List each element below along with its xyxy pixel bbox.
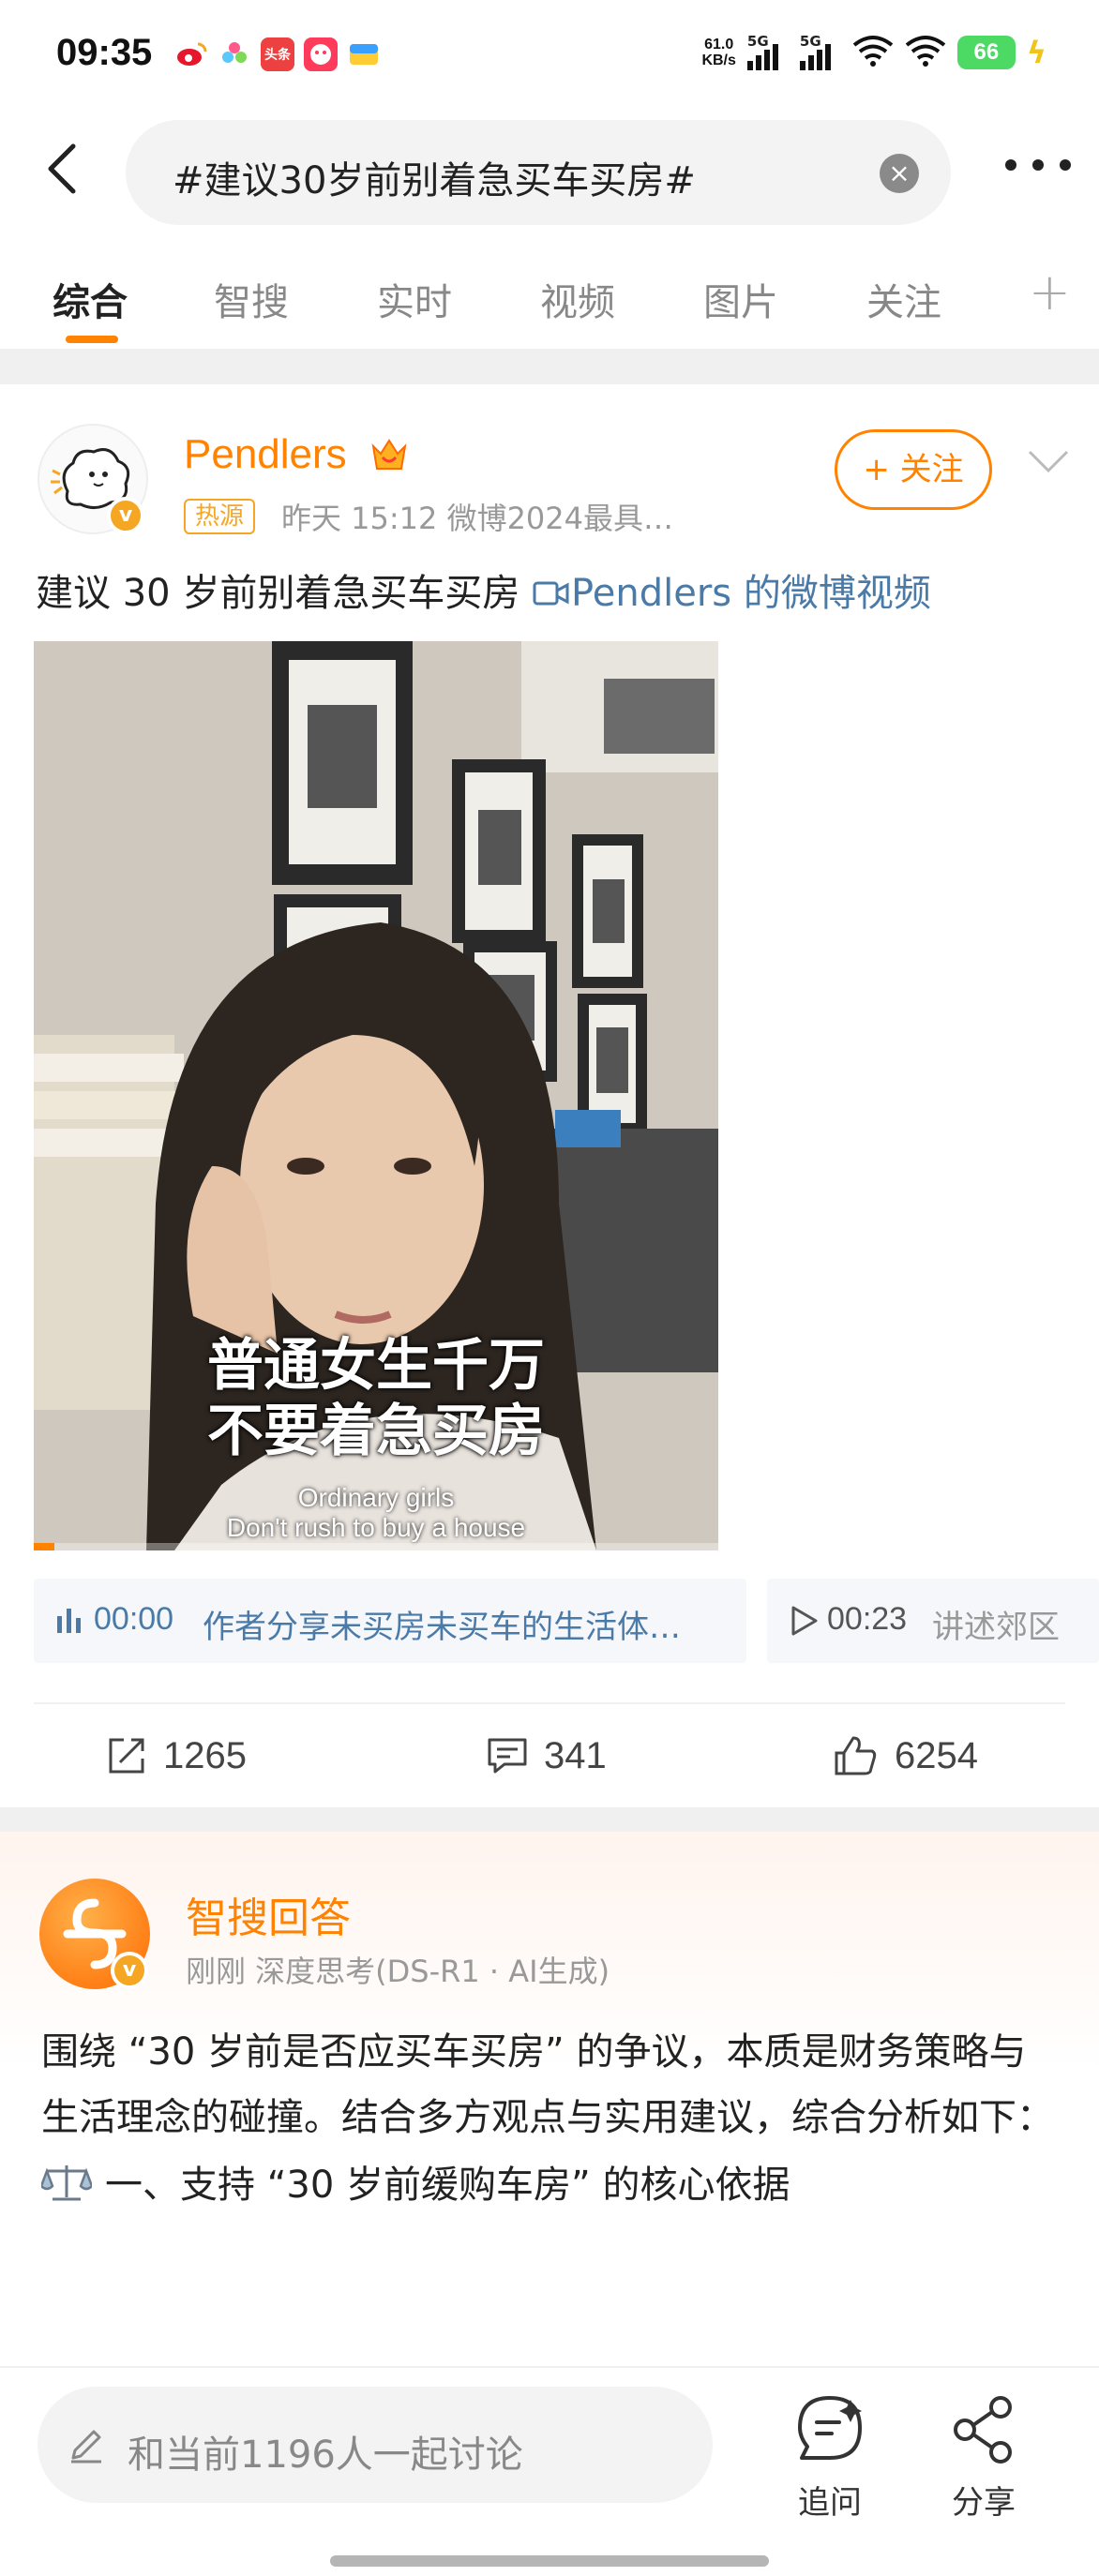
- add-tab-button[interactable]: +: [1029, 262, 1071, 322]
- smart-answer-heading-text: 一、支持 “30 岁前缓购车房” 的核心依据: [105, 2164, 790, 2207]
- toutiao-icon: 头条: [261, 37, 294, 71]
- tab-comprehensive[interactable]: 综合: [53, 272, 128, 326]
- smart-answer-meta: 刚刚 深度思考(DS-R1 · AI生成): [186, 1954, 610, 1989]
- more-options-button[interactable]: [1005, 159, 1071, 178]
- pencil-icon: [71, 2430, 101, 2464]
- smart-answer-card[interactable]: v 智搜回答 刚刚 深度思考(DS-R1 · AI生成) 围绕 “30 岁前是否…: [0, 1832, 1099, 2366]
- signal-label: 5G: [799, 33, 821, 50]
- signal-icon: 5G: [746, 33, 789, 70]
- balance-scale-icon: [39, 2165, 94, 2201]
- ask-follow-up-button[interactable]: 追问: [778, 2385, 881, 2522]
- signal-icon: 5G: [799, 33, 841, 70]
- like-count: 6254: [895, 1734, 978, 1776]
- author-name[interactable]: Pendlers: [184, 431, 347, 478]
- status-time: 09:35: [56, 32, 153, 73]
- video-progress-bar[interactable]: [34, 1543, 718, 1550]
- back-arrow-icon: [48, 143, 76, 194]
- chapter-description: 讲述郊区: [932, 1609, 1060, 1646]
- video-progress-fill: [34, 1543, 54, 1550]
- fan-badge-icon: [368, 433, 411, 476]
- battery-icon: 66: [956, 36, 1016, 69]
- charging-icon: ϟ: [1026, 35, 1046, 70]
- verified-badge-icon: v: [111, 1952, 148, 1989]
- search-query: #建议30岁前别着急买车买房#: [173, 159, 696, 202]
- video-link[interactable]: Pendlers 的微博视频: [532, 572, 931, 615]
- post-actions: 1265 341 6254: [0, 1706, 1099, 1809]
- share-button[interactable]: 分享: [932, 2385, 1035, 2522]
- home-indicator[interactable]: [330, 2555, 769, 2567]
- post-menu-button[interactable]: [1026, 442, 1071, 480]
- subtitle-cn-line: 普通女生千万: [207, 1333, 545, 1399]
- mail-app-icon: [347, 37, 381, 71]
- video-subtitle-cn: 普通女生千万 不要着急买房: [34, 1333, 718, 1464]
- wifi-icon: [905, 34, 946, 71]
- flower-app-icon: [218, 37, 251, 71]
- divider: [0, 1807, 1099, 1832]
- signal-label: 5G: [746, 33, 769, 50]
- comment-button[interactable]: 341: [486, 1734, 607, 1777]
- subtitle-en-line: Don't rush to buy a house: [226, 1513, 526, 1542]
- chat-bubble-icon: [798, 2396, 862, 2460]
- repost-count: 1265: [163, 1734, 247, 1776]
- smart-answer-title: 智搜回答: [186, 1895, 351, 1942]
- share-label: 分享: [952, 2484, 1016, 2522]
- active-tab-indicator: [66, 336, 118, 343]
- video-subtitle-en: Ordinary girls Don't rush to buy a house: [34, 1483, 718, 1543]
- tab-realtime[interactable]: 实时: [377, 272, 452, 326]
- hot-source-tag: 热源: [184, 499, 256, 534]
- search-input[interactable]: #建议30岁前别着急买车买房# ×: [126, 120, 951, 225]
- weibo-icon: [174, 37, 208, 71]
- video-link-label: Pendlers 的微博视频: [571, 572, 931, 615]
- search-header: #建议30岁前别着急买车买房# ×: [0, 112, 1099, 234]
- tab-video[interactable]: 视频: [540, 272, 615, 326]
- verified-badge-icon: v: [107, 497, 144, 534]
- weibo-post: v Pendlers 热源 昨天 15:12 微博2024最具… + 关注 建议…: [0, 384, 1099, 1809]
- repost-icon: [109, 1738, 144, 1774]
- red-app-icon: [304, 37, 338, 71]
- post-meta: 昨天 15:12 微博2024最具…: [281, 501, 674, 536]
- discussion-placeholder: 和当前1196人一起讨论: [128, 2434, 523, 2477]
- like-button[interactable]: 6254: [833, 1734, 978, 1777]
- play-icon: [791, 1606, 818, 1636]
- divider: [0, 349, 1099, 384]
- status-indicators: 61.0 KB/s 5G 5G 66 ϟ: [701, 33, 1046, 71]
- bottom-bar: 和当前1196人一起讨论 追问 分享: [0, 2366, 1099, 2576]
- comment-count: 341: [544, 1734, 607, 1776]
- search-tabs: 综合 智搜 实时 视频 图片 关注 +: [0, 234, 1099, 347]
- status-app-icons: 头条: [174, 37, 381, 71]
- net-speed: 61.0 KB/s: [701, 37, 735, 68]
- status-bar: 09:35 头条 61.0 KB/s 5G 5G 66 ϟ: [0, 0, 1099, 112]
- wifi-icon: [852, 34, 894, 71]
- tab-following[interactable]: 关注: [866, 272, 941, 326]
- back-button[interactable]: [38, 141, 94, 197]
- subtitle-cn-line: 不要着急买房: [207, 1399, 545, 1464]
- repost-button[interactable]: 1265: [105, 1734, 247, 1777]
- follow-button[interactable]: + 关注: [835, 429, 992, 510]
- comment-icon: [488, 1738, 527, 1774]
- video-camera-icon: [533, 581, 569, 606]
- video-player[interactable]: 普通女生千万 不要着急买房 Ordinary girls Don't rush …: [34, 641, 718, 1550]
- video-chapter[interactable]: 00:23 讲述郊区: [767, 1579, 1099, 1663]
- smart-answer-body: 围绕 “30 岁前是否应买车买房” 的争议，本质是财务策略与生活理念的碰撞。结合…: [41, 2030, 1054, 2139]
- ask-label: 追问: [798, 2484, 862, 2522]
- subtitle-en-line: Ordinary girls: [297, 1483, 455, 1512]
- discussion-input[interactable]: 和当前1196人一起讨论: [38, 2387, 713, 2503]
- tab-images[interactable]: 图片: [703, 272, 778, 326]
- chapter-time: 00:23: [827, 1601, 908, 1637]
- smart-answer-heading: 一、支持 “30 岁前缓购车房” 的核心依据: [39, 2154, 790, 2209]
- video-chapter[interactable]: 00:00 作者分享未买房未买车的生活体…: [34, 1579, 746, 1663]
- post-text: 建议 30 岁前别着急买车买房 Pendlers 的微博视频: [36, 562, 931, 617]
- chapter-time: 00:00: [94, 1601, 174, 1637]
- net-speed-unit: KB/s: [701, 52, 736, 68]
- audio-bars-icon: [57, 1609, 81, 1633]
- chapter-description: 作者分享未买房未买车的生活体…: [203, 1609, 681, 1646]
- thumbs-up-icon: [835, 1736, 877, 1775]
- divider: [34, 1702, 1065, 1704]
- chevron-down-icon: [1028, 450, 1069, 473]
- post-body: 建议 30 岁前别着急买车买房: [36, 572, 533, 615]
- clear-search-button[interactable]: ×: [880, 154, 919, 193]
- net-speed-value: 61.0: [704, 37, 734, 52]
- share-icon: [954, 2396, 1012, 2464]
- tab-smart-search[interactable]: 智搜: [214, 272, 289, 326]
